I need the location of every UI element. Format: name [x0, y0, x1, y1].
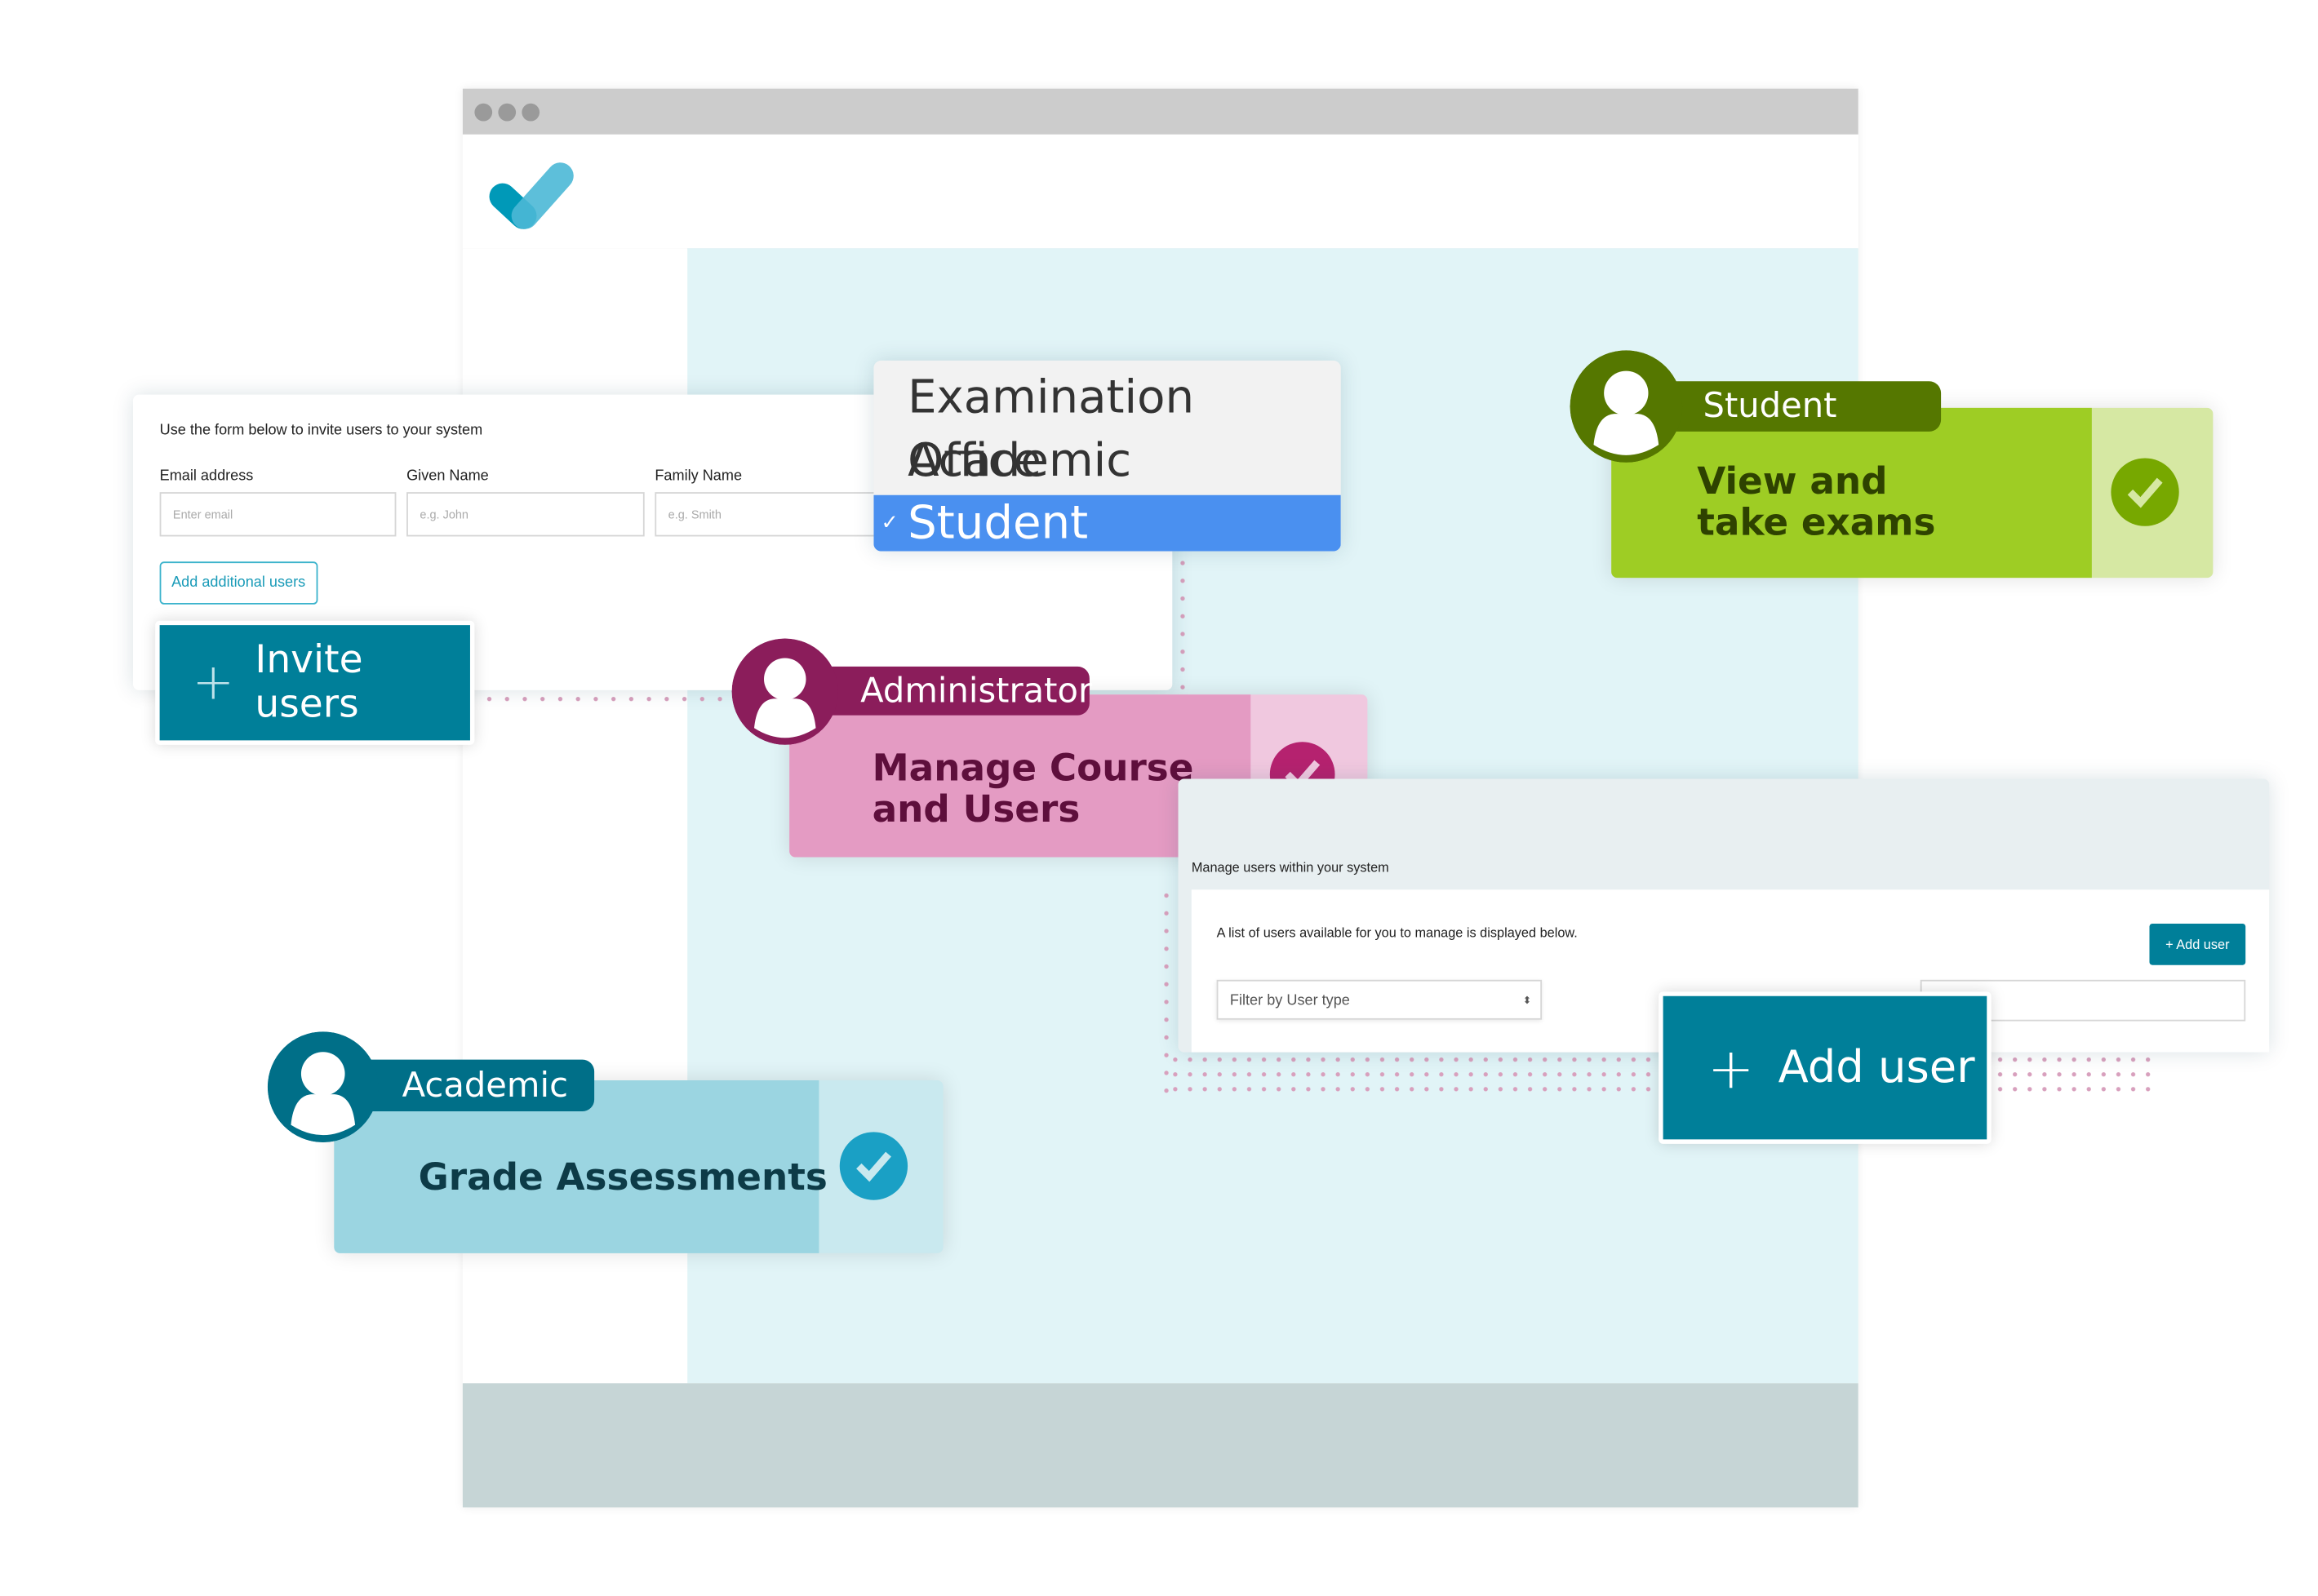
dropdown-option-label: Student — [908, 496, 1089, 550]
invite-users-label: Invite users — [255, 638, 363, 728]
user-avatar-icon — [731, 638, 838, 745]
plus-icon: + — [1707, 1035, 1755, 1101]
manage-users-intro: A list of users available for you to man… — [1216, 924, 1578, 940]
administrator-role-label: Administrator — [820, 666, 1092, 716]
check-icon — [2111, 458, 2179, 526]
connector-dots — [1167, 1052, 1663, 1100]
academic-role-description: Grade Assessments — [418, 1155, 828, 1199]
add-additional-users-button[interactable]: Add additional users — [159, 561, 318, 605]
dropdown-option-academic[interactable]: Academic — [873, 430, 1340, 494]
connector-dots — [1992, 1052, 2159, 1100]
user-avatar-icon — [1570, 350, 1683, 463]
family-name-label: Family Name — [655, 468, 743, 485]
footer — [462, 1383, 1858, 1508]
email-field[interactable]: Enter email — [159, 492, 397, 537]
academic-role-label: Academic — [354, 1059, 595, 1112]
dropdown-option-examination-office[interactable]: Examination Office — [873, 366, 1340, 488]
chevron-updown-icon: ⬍ — [1522, 995, 1532, 1007]
window-dot-close[interactable] — [474, 103, 493, 122]
title-bar — [462, 88, 1858, 135]
given-name-label: Given Name — [406, 468, 489, 485]
window-dot-minimize[interactable] — [498, 103, 517, 122]
connector-dots — [1179, 554, 1186, 695]
student-role-card: View and take exams — [1611, 407, 2214, 579]
invite-users-button[interactable]: + Invite users — [155, 620, 475, 745]
add-user-button[interactable]: + Add user — [1659, 991, 1992, 1144]
plus-icon: + — [192, 653, 235, 712]
filter-placeholder: Filter by User type — [1229, 993, 1350, 1010]
invite-intro: Use the form below to invite users to yo… — [159, 423, 483, 439]
check-icon — [839, 1132, 908, 1200]
student-role-description: View and take exams — [1697, 459, 1936, 544]
email-label: Email address — [159, 468, 254, 485]
filter-user-type-select[interactable]: Filter by User type ⬍ — [1216, 979, 1543, 1020]
user-avatar-icon — [267, 1031, 379, 1143]
window-dot-maximize[interactable] — [522, 103, 540, 122]
student-role-label: Student — [1648, 381, 1942, 432]
family-name-field[interactable]: e.g. Smith — [655, 492, 892, 537]
add-user-small-button[interactable]: + Add user — [2149, 924, 2246, 965]
checkmark-logo-icon[interactable] — [489, 153, 579, 242]
administrator-role-description: Manage Course and Users — [872, 746, 1194, 831]
connector-dots — [480, 696, 747, 703]
dropdown-option-student[interactable]: ✓ Student — [873, 494, 1341, 552]
manage-users-heading: Manage users within your system — [1191, 860, 1389, 876]
check-icon: ✓ — [881, 511, 899, 535]
role-dropdown-menu[interactable]: Examination Office Academic ✓ Student — [873, 360, 1341, 552]
add-user-label: Add user — [1778, 1041, 1975, 1094]
given-name-field[interactable]: e.g. John — [406, 492, 645, 537]
app-header — [462, 134, 1858, 250]
